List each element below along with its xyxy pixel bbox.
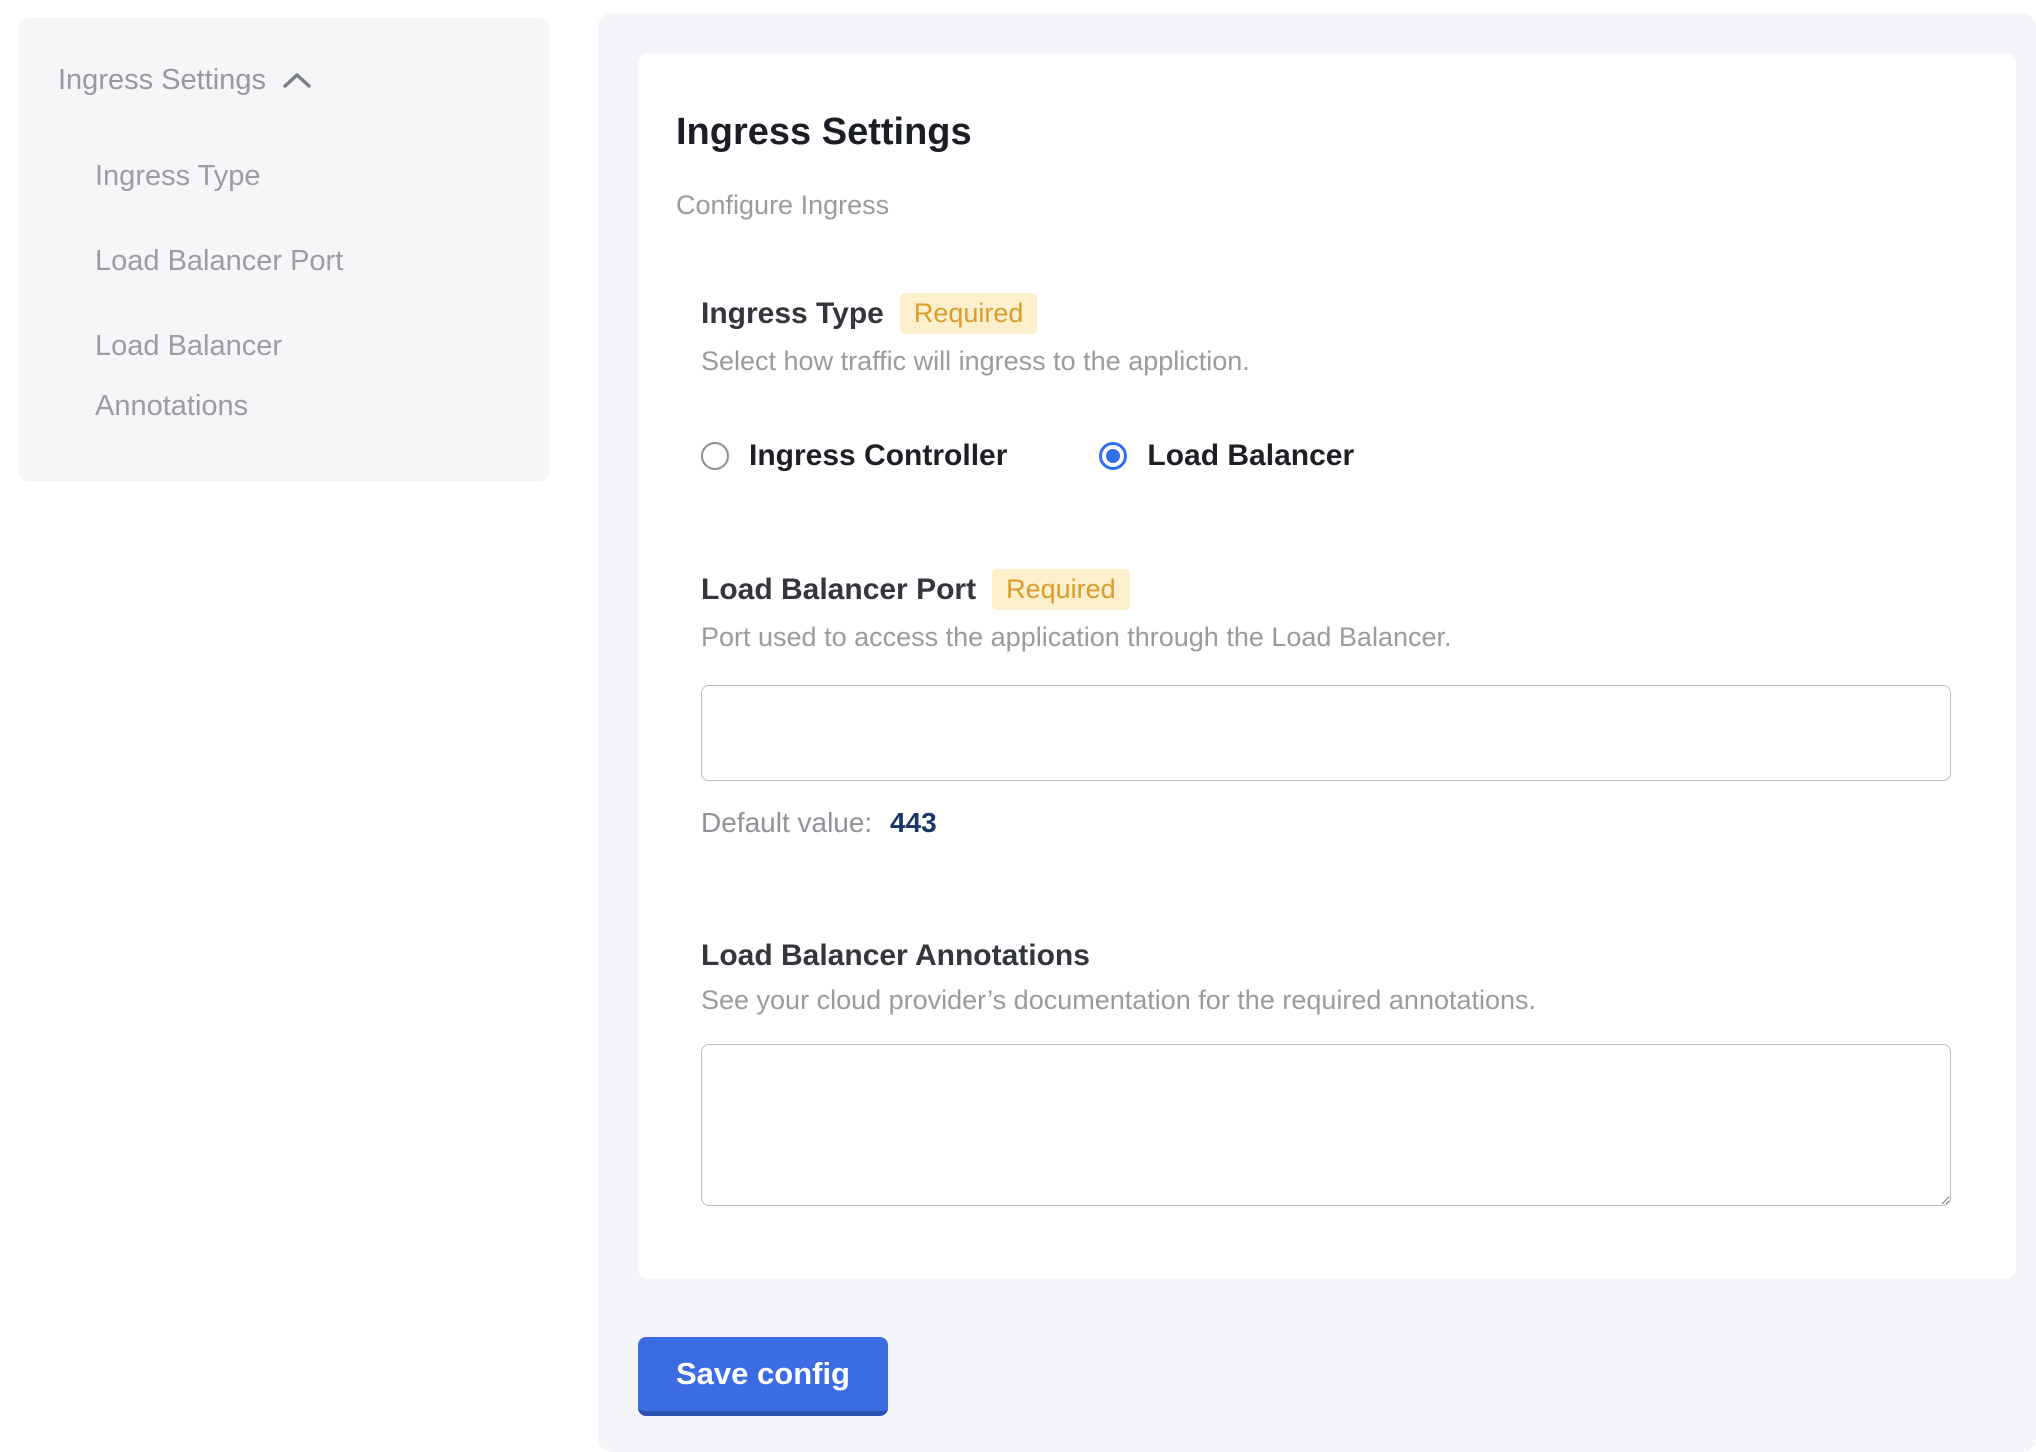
radio-label-ingress-controller[interactable]: Ingress Controller — [749, 439, 1007, 473]
save-config-button[interactable]: Save config — [638, 1337, 888, 1416]
sidebar-item-ingress-type[interactable]: Ingress Type — [95, 146, 405, 206]
load-balancer-annotations-label: Load Balancer Annotations — [701, 939, 1090, 973]
load-balancer-port-help: Port used to access the application thro… — [701, 622, 1966, 653]
ingress-type-radio-group: Ingress Controller Load Balancer — [701, 439, 1966, 473]
sidebar-item-load-balancer-annotations[interactable]: Load Balancer Annotations — [95, 316, 405, 436]
default-value: 443 — [890, 807, 937, 838]
sidebar-item-load-balancer-port[interactable]: Load Balancer Port — [95, 231, 405, 291]
load-balancer-annotations-textarea[interactable] — [701, 1044, 1951, 1206]
default-value-label: Default value: — [701, 807, 872, 838]
section-load-balancer-annotations: Load Balancer Annotations See your cloud… — [701, 939, 1966, 1211]
radio-ingress-controller[interactable] — [701, 442, 729, 470]
section-load-balancer-port: Load Balancer Port Required Port used to… — [701, 569, 1966, 839]
load-balancer-port-label: Load Balancer Port — [701, 573, 976, 607]
sidebar-item-list: Ingress Type Load Balancer Port Load Bal… — [95, 146, 510, 436]
radio-label-load-balancer[interactable]: Load Balancer — [1147, 439, 1354, 473]
ingress-type-label: Ingress Type — [701, 297, 884, 331]
load-balancer-port-input[interactable] — [701, 685, 1951, 781]
radio-option-ingress-controller[interactable]: Ingress Controller — [701, 439, 1007, 473]
chevron-up-icon[interactable] — [282, 60, 312, 100]
section-ingress-type: Ingress Type Required Select how traffic… — [701, 293, 1966, 473]
ingress-type-help: Select how traffic will ingress to the a… — [701, 346, 1966, 377]
radio-option-load-balancer[interactable]: Load Balancer — [1099, 439, 1354, 473]
default-value-row: Default value: 443 — [701, 807, 1966, 839]
ingress-settings-card: Ingress Settings Configure Ingress Ingre… — [638, 53, 2016, 1279]
sidebar-group-ingress-settings[interactable]: Ingress Settings — [58, 60, 510, 100]
page-title: Ingress Settings — [676, 111, 1966, 154]
sidebar-group-label[interactable]: Ingress Settings — [58, 60, 266, 100]
settings-nav-sidebar: Ingress Settings Ingress Type Load Balan… — [18, 18, 550, 482]
radio-load-balancer[interactable] — [1099, 442, 1127, 470]
required-badge: Required — [900, 293, 1038, 334]
page-subtitle: Configure Ingress — [676, 190, 1966, 221]
required-badge: Required — [992, 569, 1130, 610]
load-balancer-annotations-help: See your cloud provider’s documentation … — [701, 985, 1966, 1016]
config-main-panel: Ingress Settings Configure Ingress Ingre… — [598, 13, 2036, 1452]
